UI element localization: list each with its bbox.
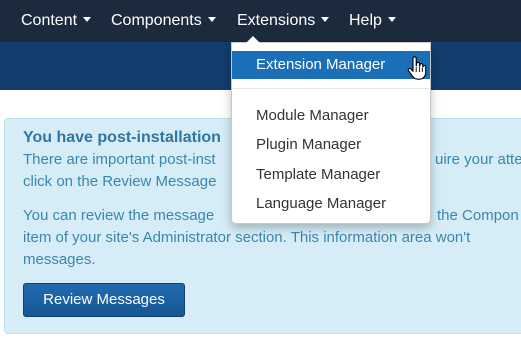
top-navigation-bar: Content Components Extensions Help <box>0 0 521 42</box>
nav-item-label: Components <box>111 12 202 29</box>
menu-item-module-manager[interactable]: Module Manager <box>232 102 430 130</box>
menu-item-language-manager[interactable]: Language Manager <box>232 190 430 218</box>
menu-item-extension-manager[interactable]: Extension Manager <box>232 51 430 79</box>
alert-text-line-4: item of your site's Administrator sectio… <box>23 229 471 246</box>
caret-down-icon <box>321 17 330 22</box>
nav-item-components[interactable]: Components <box>111 0 216 42</box>
alert-text-line-2: click on the Review Message <box>23 173 217 190</box>
menu-divider <box>233 88 429 89</box>
nav-item-help[interactable]: Help <box>349 0 396 42</box>
review-messages-button[interactable]: Review Messages <box>23 283 185 317</box>
alert-text-line-5: messages. <box>23 251 96 268</box>
alert-heading: You have post-installation <box>23 129 221 146</box>
nav-item-label: Extensions <box>237 12 316 29</box>
hand-pointer-icon <box>407 56 427 80</box>
alert-text-line-1: There are important post-inst <box>23 151 216 168</box>
nav-item-label: Help <box>349 12 382 29</box>
nav-item-label: Content <box>21 12 78 29</box>
extensions-dropdown-menu: Extension Manager Module Manager Plugin … <box>231 36 431 224</box>
alert-text-line-3-tail: the Compon <box>437 207 519 224</box>
menu-item-template-manager[interactable]: Template Manager <box>232 161 430 189</box>
caret-down-icon <box>387 17 396 22</box>
nav-item-content[interactable]: Content <box>21 0 92 42</box>
menu-item-plugin-manager[interactable]: Plugin Manager <box>232 131 430 159</box>
caret-down-icon <box>83 17 92 22</box>
alert-text-line-1-tail: uire your atte <box>435 151 521 168</box>
caret-down-icon <box>207 17 216 22</box>
alert-text-line-3: You can review the message <box>23 207 215 224</box>
dropdown-pointer-arrow <box>246 36 260 43</box>
